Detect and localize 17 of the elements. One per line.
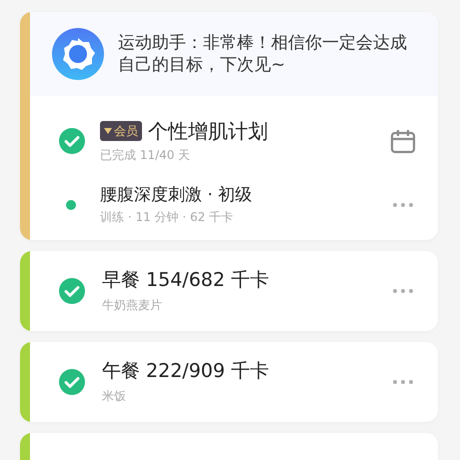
plan-title: 个性增肌计划 bbox=[148, 118, 268, 144]
check-icon[interactable] bbox=[58, 368, 86, 396]
more-icon[interactable] bbox=[392, 379, 414, 385]
badge-text: 会员 bbox=[114, 123, 138, 139]
more-icon[interactable] bbox=[392, 202, 414, 208]
meal-title[interactable]: 早餐 154/682 千卡 bbox=[102, 268, 392, 292]
more-icon[interactable] bbox=[392, 288, 414, 294]
check-icon[interactable] bbox=[58, 127, 86, 155]
meal-items: 米饭 bbox=[102, 388, 127, 405]
assistant-logo-icon bbox=[52, 28, 104, 80]
check-icon[interactable] bbox=[58, 277, 86, 305]
calendar-icon[interactable] bbox=[390, 128, 416, 154]
meal-title[interactable]: 午餐 222/909 千卡 bbox=[102, 359, 392, 383]
task-title[interactable]: 腰腹深度刺激 · 初级 bbox=[100, 184, 392, 206]
assistant-text: 运动助手：非常棒！相信你一定会达成自己的目标，下次见~ bbox=[118, 32, 408, 76]
meal-items: 牛奶燕麦片 bbox=[102, 297, 163, 314]
task-details: 训练 · 11 分钟 · 62 千卡 bbox=[100, 209, 234, 226]
